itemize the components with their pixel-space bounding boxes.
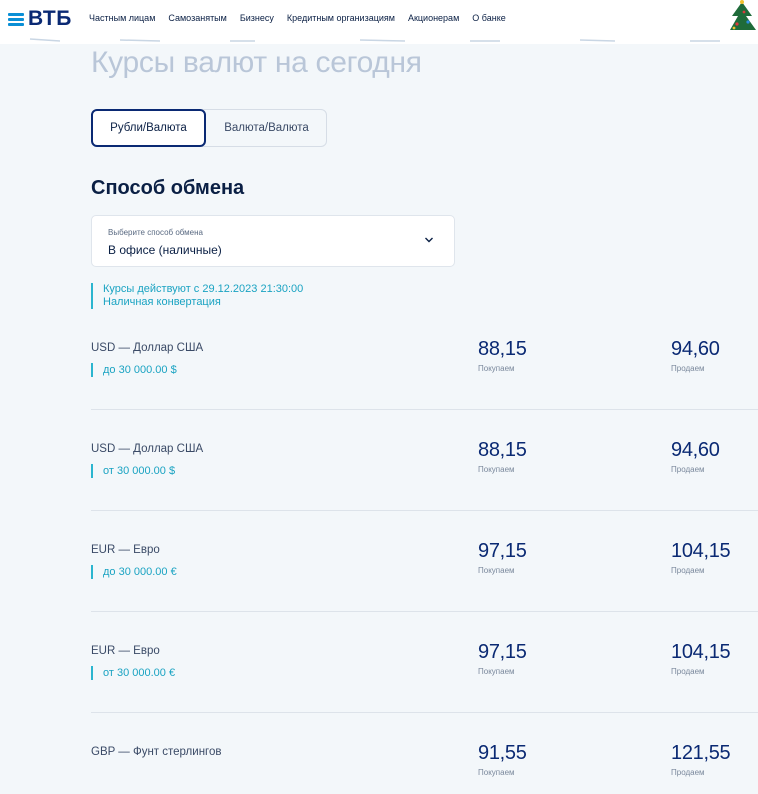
select-value: В офисе (наличные) xyxy=(108,243,222,257)
nav-item-credit-orgs[interactable]: Кредитным организациям xyxy=(287,13,395,23)
amount-limit: до 30 000.00 € xyxy=(91,565,177,579)
rate-row: EUR — Евро от 30 000.00 € 97,15 Покупаем… xyxy=(0,613,758,713)
tab-rub-currency[interactable]: Рубли/Валюта xyxy=(91,109,206,147)
sell-caption: Продаем xyxy=(671,465,705,474)
nav-item-private[interactable]: Частным лицам xyxy=(89,13,155,23)
logo-text: ВТБ xyxy=(28,7,72,30)
nav-item-selfemployed[interactable]: Самозанятым xyxy=(168,13,226,23)
buy-caption: Покупаем xyxy=(478,768,515,777)
buy-value: 88,15 xyxy=(478,439,527,461)
sell-caption: Продаем xyxy=(671,768,705,777)
buy-rate: 88,15 Покупаем xyxy=(478,338,527,373)
sell-rate: 104,15 Продаем xyxy=(671,641,731,676)
sell-caption: Продаем xyxy=(671,364,705,373)
exchange-method-select[interactable]: Выберите способ обмена В офисе (наличные… xyxy=(91,215,455,267)
conversion-type: Наличная конвертация xyxy=(103,296,221,308)
row-divider xyxy=(91,611,758,612)
buy-value: 97,15 xyxy=(478,641,527,663)
christmas-tree-icon xyxy=(730,0,756,36)
sell-value: 94,60 xyxy=(671,439,720,461)
tab-currency-currency[interactable]: Валюта/Валюта xyxy=(202,109,327,147)
buy-rate: 97,15 Покупаем xyxy=(478,540,527,575)
sell-caption: Продаем xyxy=(671,566,705,575)
sell-rate: 94,60 Продаем xyxy=(671,338,720,373)
buy-value: 88,15 xyxy=(478,338,527,360)
sell-rate: 94,60 Продаем xyxy=(671,439,720,474)
select-label: Выберите способ обмена xyxy=(108,228,203,237)
currency-name: EUR — Евро xyxy=(91,544,160,556)
sell-value: 104,15 xyxy=(671,540,731,562)
row-divider xyxy=(91,712,758,713)
main-nav: Частным лицам Самозанятым Бизнесу Кредит… xyxy=(89,13,519,23)
buy-caption: Покупаем xyxy=(478,667,515,676)
buy-value: 91,55 xyxy=(478,742,527,764)
buy-rate: 97,15 Покупаем xyxy=(478,641,527,676)
currency-name: USD — Доллар США xyxy=(91,443,204,455)
nav-item-business[interactable]: Бизнесу xyxy=(240,13,274,23)
rates-validity-date: Курсы действуют с 29.12.2023 21:30:00 xyxy=(103,283,304,295)
page-title: Курсы валют на сегодня xyxy=(91,46,422,79)
buy-caption: Покупаем xyxy=(478,566,515,575)
buy-value: 97,15 xyxy=(478,540,527,562)
logo-stripes-icon xyxy=(8,12,24,26)
rate-row: USD — Доллар США от 30 000.00 $ 88,15 По… xyxy=(0,411,758,511)
rates-validity-note: Курсы действуют с 29.12.2023 21:30:00 На… xyxy=(91,283,303,309)
exchange-method-title: Способ обмена xyxy=(91,177,245,199)
currency-name: GBP — Фунт стерлингов xyxy=(91,746,222,758)
amount-limit: от 30 000.00 € xyxy=(91,666,175,680)
amount-limit: до 30 000.00 $ xyxy=(91,363,177,377)
sell-value: 104,15 xyxy=(671,641,731,663)
rate-row: EUR — Евро до 30 000.00 € 97,15 Покупаем… xyxy=(0,512,758,612)
chevron-down-icon xyxy=(425,237,433,243)
rate-type-tabs: Рубли/Валюта Валюта/Валюта xyxy=(91,109,327,147)
vtb-logo[interactable]: ВТБ xyxy=(8,6,74,32)
sell-value: 121,55 xyxy=(671,742,731,764)
nav-item-shareholders[interactable]: Акционерам xyxy=(408,13,459,23)
amount-limit: от 30 000.00 $ xyxy=(91,464,175,478)
site-header: ВТБ Частным лицам Самозанятым Бизнесу Кр… xyxy=(0,0,758,44)
sell-caption: Продаем xyxy=(671,667,705,676)
currency-name: USD — Доллар США xyxy=(91,342,204,354)
buy-caption: Покупаем xyxy=(478,465,515,474)
row-divider xyxy=(91,510,758,511)
buy-rate: 88,15 Покупаем xyxy=(478,439,527,474)
buy-caption: Покупаем xyxy=(478,364,515,373)
rate-row: USD — Доллар США до 30 000.00 $ 88,15 По… xyxy=(0,310,758,410)
row-divider xyxy=(91,409,758,410)
buy-rate: 91,55 Покупаем xyxy=(478,742,527,777)
sell-value: 94,60 xyxy=(671,338,720,360)
rate-row: GBP — Фунт стерлингов 91,55 Покупаем 121… xyxy=(0,714,758,794)
sell-rate: 121,55 Продаем xyxy=(671,742,731,777)
nav-item-about[interactable]: О банке xyxy=(472,13,505,23)
currency-name: EUR — Евро xyxy=(91,645,160,657)
sell-rate: 104,15 Продаем xyxy=(671,540,731,575)
